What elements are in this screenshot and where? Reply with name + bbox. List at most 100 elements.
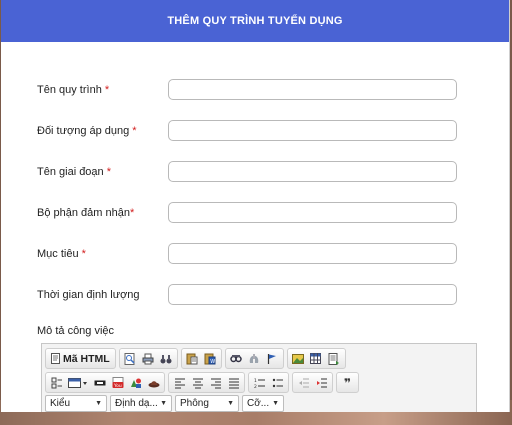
bullet-list-button[interactable] [269, 374, 286, 391]
toolbar-group-insert [286, 348, 346, 369]
svg-text:You: You [113, 383, 122, 389]
add-recruitment-process-modal: THÊM QUY TRÌNH TUYỂN DỤNG Tên quy trình … [1, 0, 510, 412]
process-name-input[interactable] [168, 79, 457, 100]
select-field-button[interactable] [66, 374, 90, 391]
toolbar-group-align [168, 372, 245, 393]
format-select[interactable]: Định dạ... ▼ [110, 395, 172, 412]
lungs-icon [249, 353, 259, 363]
toolbar-group-indent [292, 372, 333, 393]
field-process-name: Tên quy trình * [37, 79, 457, 100]
hat-icon [148, 380, 159, 387]
svg-text:1: 1 [254, 378, 257, 384]
editor-toolbar-row-3: Kiểu ▼ Định dạ... ▼ Phông ▼ Cỡ... ▼ [45, 395, 284, 412]
outdent-icon [298, 378, 309, 387]
field-applicable-target: Đối tượng áp dụng * [37, 120, 457, 141]
preview-button[interactable] [122, 350, 139, 367]
insert-hr-button[interactable] [326, 350, 343, 367]
blockquote-button[interactable]: ❞ [339, 374, 356, 391]
align-center-button[interactable] [189, 374, 206, 391]
format-select-value: Định dạ... [115, 398, 158, 409]
field-label: Bộ phận đảm nhận* [37, 206, 135, 219]
align-right-button[interactable] [207, 374, 224, 391]
image-icon [292, 353, 305, 364]
field-label: Thời gian định lượng [37, 288, 140, 301]
editor-toolbar-row-2: You 12 ❞ [45, 372, 359, 393]
align-right-icon [210, 378, 221, 388]
remove-format-button[interactable] [246, 350, 263, 367]
toolbar-group-preview [118, 348, 178, 369]
paste-text-button[interactable] [184, 350, 201, 367]
toolbar-group-tools [224, 348, 284, 369]
print-icon [142, 353, 154, 364]
svg-text:W: W [210, 359, 215, 365]
insert-table-button[interactable] [308, 350, 325, 367]
toolbar-group-source: Mã HTML [45, 348, 116, 369]
numbered-list-button[interactable]: 12 [251, 374, 268, 391]
font-select[interactable]: Phông ▼ [175, 395, 239, 412]
table-icon [310, 352, 322, 364]
style-select[interactable]: Kiểu ▼ [45, 395, 107, 412]
indent-button[interactable] [313, 374, 330, 391]
form-button[interactable] [48, 374, 65, 391]
quantified-time-input[interactable] [168, 284, 457, 305]
rich-text-editor: Mã HTML W You 1 2 ❞ Kiểu ▼ Định dạ... ▼ … [41, 343, 477, 412]
chevron-down-icon: ▼ [272, 400, 279, 407]
align-left-icon [174, 378, 185, 388]
select-all-button[interactable] [228, 350, 245, 367]
flash-button[interactable] [127, 374, 144, 391]
outdent-button[interactable] [295, 374, 312, 391]
applicable-target-input[interactable] [168, 120, 457, 141]
toolbar-group-forms: You [45, 372, 165, 393]
toolbar-group-quote: ❞ [336, 372, 359, 393]
field-label: Tên giai đoạn * [37, 165, 112, 178]
find-replace-button[interactable] [158, 350, 175, 367]
chevron-down-icon: ▼ [95, 400, 102, 407]
paste-text-icon [186, 353, 198, 364]
svg-text:2: 2 [254, 384, 257, 389]
paste-word-icon: W [204, 353, 216, 365]
modal-header: THÊM QUY TRÌNH TUYỂN DỤNG [1, 0, 509, 42]
align-justify-icon [228, 378, 239, 388]
objective-input[interactable] [168, 243, 457, 264]
align-center-icon [192, 378, 203, 388]
source-html-button[interactable]: Mã HTML [48, 350, 113, 367]
size-select[interactable]: Cỡ... ▼ [242, 395, 284, 412]
quote-icon: ❞ [343, 375, 352, 390]
insert-image-button[interactable] [290, 350, 307, 367]
button-field-button[interactable] [91, 374, 108, 391]
page-icon [328, 352, 340, 365]
smiley-button[interactable] [145, 374, 162, 391]
field-objective: Mục tiêu * [37, 243, 457, 264]
toolbar-group-lists: 12 [248, 372, 289, 393]
stage-name-input[interactable] [168, 161, 457, 182]
checkbox-grid-icon [51, 377, 62, 388]
align-left-button[interactable] [171, 374, 188, 391]
spellcheck-icon [230, 354, 242, 362]
shapes-icon [130, 378, 141, 388]
field-label: Mục tiêu * [37, 247, 86, 260]
font-select-value: Phông [180, 398, 209, 409]
paste-word-button[interactable]: W [202, 350, 219, 367]
field-label: Tên quy trình * [37, 83, 110, 96]
youtube-button[interactable]: You [109, 374, 126, 391]
document-icon [51, 353, 60, 364]
responsible-department-input[interactable] [168, 202, 457, 223]
chevron-down-icon: ▼ [160, 400, 167, 407]
align-justify-button[interactable] [225, 374, 242, 391]
editor-toolbar-row-1: Mã HTML W [45, 348, 346, 369]
preview-icon [124, 352, 135, 365]
style-select-value: Kiểu [50, 398, 71, 409]
numbered-list-icon: 12 [254, 378, 265, 389]
flag-icon [268, 353, 277, 364]
button-field-icon [94, 380, 105, 385]
chevron-down-icon: ▼ [227, 400, 234, 407]
field-responsible-department: Bộ phận đảm nhận* [37, 202, 457, 223]
print-button[interactable] [140, 350, 157, 367]
field-label: Đối tượng áp dụng * [37, 124, 137, 137]
toolbar-group-clipboard: W [180, 348, 222, 369]
binoculars-icon [160, 354, 172, 363]
anchor-button[interactable] [264, 350, 281, 367]
youtube-icon: You [112, 376, 123, 389]
modal-title: THÊM QUY TRÌNH TUYỂN DỤNG [167, 15, 343, 27]
indent-icon [316, 378, 327, 387]
